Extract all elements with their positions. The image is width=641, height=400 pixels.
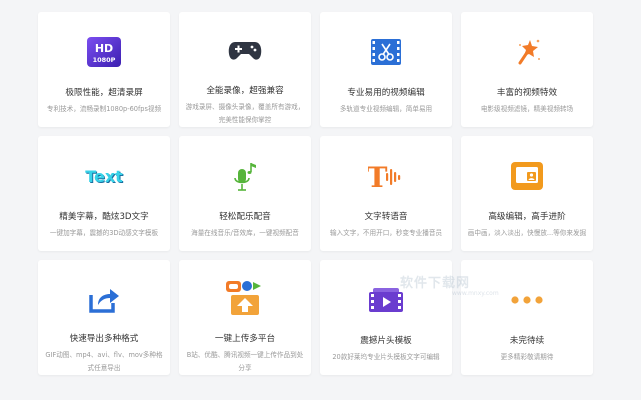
feature-title: 文字转语音 [364, 212, 408, 222]
feature-desc: 更多精彩敬请期待 [500, 353, 554, 361]
more-icon [505, 278, 549, 322]
feature-desc: 专利技术，流畅录制1080p-60fps视频 [46, 105, 162, 113]
export-icon [82, 278, 126, 320]
text-3d-label: Text [85, 167, 123, 186]
feature-desc: 20款好莱坞专业片头模板文字可编辑 [332, 353, 440, 361]
video-scissors-icon [364, 30, 408, 74]
feature-card-text-to-speech: T 文字转语音 输入文字，不用开口，秒变专业播音员 [320, 136, 452, 251]
watermark: 软件下载网 [400, 276, 471, 291]
feature-card-hd-recording: HD 1080P 极限性能，超清录屏 专利技术，流畅录制1080p-60fps视… [38, 12, 170, 127]
feature-title: 快速导出多种格式 [69, 334, 139, 344]
feature-title: 高级编辑，高手进阶 [488, 212, 566, 222]
feature-title: 精美字幕，酷炫3D文字 [59, 212, 149, 222]
upload-platform-icon [223, 278, 267, 320]
feature-title: 丰富的视频特效 [496, 88, 558, 98]
feature-title: 未完待续 [509, 336, 545, 346]
advanced-edit-icon [505, 154, 549, 198]
feature-card-subtitles: Text Text 精美字幕，酷炫3D文字 一键加字幕，震撼的3D动感文字模板 [38, 136, 170, 251]
feature-title: 极限性能，超清录屏 [65, 88, 143, 98]
feature-card-video-editing: 专业易用的视频编辑 多轨道专业视频编辑，简单易用 [320, 12, 452, 127]
hd-sub-label: 1080P [93, 56, 116, 64]
feature-card-more: 未完待续 更多精彩敬请期待 [461, 260, 593, 375]
mic-music-icon [223, 154, 267, 198]
feature-desc: 多轨道专业视频编辑，简单易用 [339, 105, 433, 113]
hd-1080p-icon: HD 1080P [82, 30, 126, 74]
feature-desc: 画中画，淡入淡出，快慢放...等你来发掘 [467, 229, 587, 237]
tts-letter: T [368, 161, 388, 191]
feature-desc: 电影级视频滤镜，精美视频转场 [480, 105, 574, 113]
feature-title: 一键上传多平台 [214, 334, 276, 344]
feature-desc: 输入文字，不用开口，秒变专业播音员 [329, 229, 443, 237]
feature-title: 轻松配乐配音 [219, 212, 271, 222]
feature-title: 专业易用的视频编辑 [347, 88, 425, 98]
feature-card-music: 轻松配乐配音 海量在线音乐/音效库，一键视频配音 [179, 136, 311, 251]
text-3d-icon: Text Text [82, 154, 126, 198]
hd-label: HD [95, 42, 113, 55]
gamepad-icon [223, 30, 267, 72]
feature-title: 全能录像，超强兼容 [206, 86, 284, 96]
watermark-url: www.mnxy.com [452, 290, 499, 297]
feature-title: 震撼片头模板 [360, 336, 412, 346]
magic-wand-icon [505, 30, 549, 74]
feature-desc: 游戏录屏、摄像头录像，覆盖所有游戏，完美性能保你掌控 [185, 103, 305, 124]
feature-desc: 一键加字幕，震撼的3D动感文字模板 [49, 229, 159, 237]
feature-card-export: 快速导出多种格式 GIF动图、mp4、avi、flv、mov多种格式任意导出 [38, 260, 170, 375]
feature-card-recording: 全能录像，超强兼容 游戏录屏、摄像头录像，覆盖所有游戏，完美性能保你掌控 [179, 12, 311, 127]
feature-card-upload: 一键上传多平台 B站、优酷、腾讯视频一键上传作品到处分享 [179, 260, 311, 375]
feature-grid: HD 1080P 极限性能，超清录屏 专利技术，流畅录制1080p-60fps视… [38, 12, 602, 375]
feature-card-effects: 丰富的视频特效 电影级视频滤镜，精美视频转场 [461, 12, 593, 127]
feature-desc: GIF动图、mp4、avi、flv、mov多种格式任意导出 [45, 351, 163, 372]
feature-desc: 海量在线音乐/音效库，一键视频配音 [191, 229, 299, 237]
feature-desc: B站、优酷、腾讯视频一键上传作品到处分享 [186, 351, 304, 372]
text-to-speech-icon: T [364, 154, 408, 198]
feature-card-advanced-edit: 高级编辑，高手进阶 画中画，淡入淡出，快慢放...等你来发掘 [461, 136, 593, 251]
